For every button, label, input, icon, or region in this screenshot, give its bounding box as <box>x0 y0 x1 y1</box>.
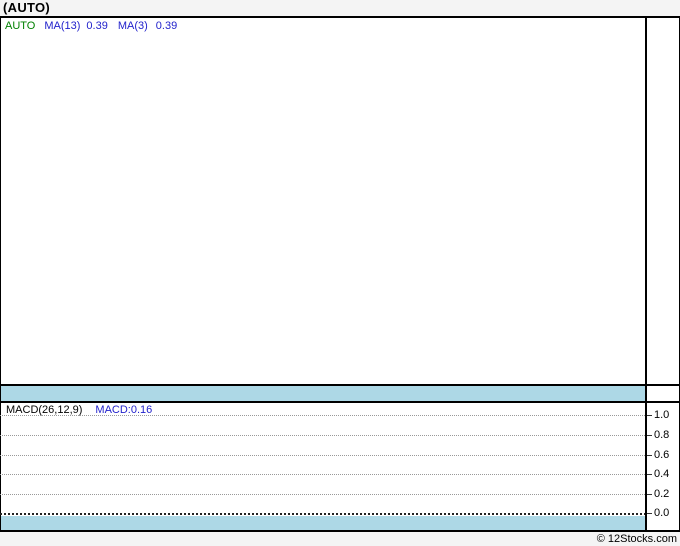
axis-tick <box>647 415 652 416</box>
gridline <box>0 435 645 436</box>
price-panel: AUTO MA(13) 0.39 MA(3) 0.39 <box>1 18 645 384</box>
gridline <box>0 494 645 495</box>
axis-tick <box>647 494 652 495</box>
date-band-top <box>1 386 645 401</box>
price-legend: AUTO MA(13) 0.39 MA(3) 0.39 <box>5 20 177 32</box>
footer-bar: © 12Stocks.com <box>0 532 680 546</box>
axis-tick <box>647 513 652 514</box>
axis-tick <box>647 474 652 475</box>
title-bar: (AUTO) <box>0 0 680 16</box>
ma3-value: 0.39 <box>155 20 178 32</box>
page-title: (AUTO) <box>3 0 51 15</box>
axis-tick-label: 0.4 <box>654 468 670 480</box>
axis-tick-label: 0.6 <box>654 449 670 461</box>
symbol-label: AUTO <box>5 20 36 32</box>
axis-tick-label: 0.8 <box>654 429 670 441</box>
gridline <box>0 474 645 475</box>
axis-tick <box>647 435 652 436</box>
right-axis-line <box>645 18 647 530</box>
ma13-label: MA(13) <box>44 20 81 32</box>
macd-panel: MACD(26,12,9) MACD:0.16 <box>1 403 645 513</box>
axis-tick-label: 1.0 <box>654 409 670 421</box>
date-band-bottom <box>1 516 645 530</box>
axis-tick-label: 0.0 <box>654 507 670 519</box>
zero-gridline <box>0 513 645 515</box>
gridline <box>0 415 645 416</box>
axis-tick <box>647 455 652 456</box>
ma13-value: 0.39 <box>86 20 108 32</box>
gridline <box>0 455 645 456</box>
attribution-text: © 12Stocks.com <box>596 533 677 545</box>
stock-chart-canvas: (AUTO) AUTO MA(13) 0.39 MA(3) 0.39 MACD(… <box>0 0 680 546</box>
axis-tick-label: 0.2 <box>654 488 670 500</box>
ma3-label: MA(3) <box>117 20 148 32</box>
